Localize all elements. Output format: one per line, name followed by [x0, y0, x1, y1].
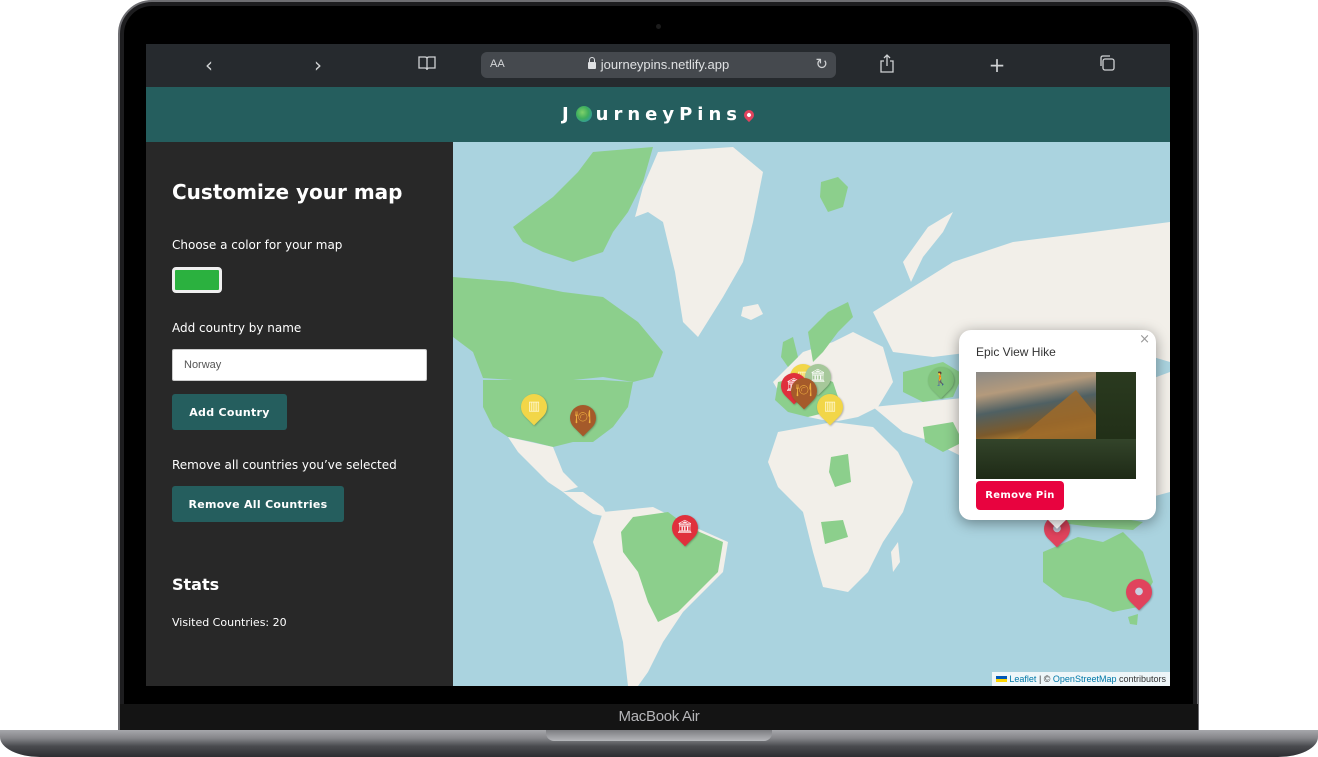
tabs-icon[interactable] — [1096, 54, 1118, 76]
popup-title: Epic View Hike — [976, 345, 1056, 359]
map-attribution: Leaflet | © OpenStreetMap contributors — [992, 672, 1170, 686]
app-logo[interactable]: JurneyPins — [561, 104, 757, 125]
hike-marker-kazakhstan[interactable]: 🚶 — [922, 361, 960, 401]
stats-title: Stats — [172, 575, 220, 594]
tower-icon: ▥ — [527, 399, 541, 414]
central-america — [563, 492, 608, 517]
logo-letter: J — [561, 104, 574, 125]
iceland — [741, 304, 763, 320]
world-map[interactable]: ▥ 🍽 🏛 ▥ 🏛 🏛 🍽 ▥ 🚶 ● ● × Epic View Hike R… — [453, 142, 1170, 686]
logo-text: urneyPins — [595, 104, 743, 125]
country-name-input[interactable] — [172, 349, 427, 381]
museum-marker-brazil[interactable]: 🏛 — [666, 509, 704, 549]
visited-countries-count: Visited Countries: 20 — [172, 616, 287, 629]
laptop-notch — [546, 730, 772, 741]
attribution-suffix: contributors — [1116, 674, 1166, 684]
url-text: journeypins.netlify.app — [600, 57, 730, 72]
hiker-icon: 🚶 — [932, 372, 950, 387]
close-icon[interactable]: × — [1139, 332, 1150, 347]
food-marker-spain[interactable]: 🍽 — [785, 372, 823, 412]
color-picker[interactable] — [172, 267, 222, 293]
svalbard — [820, 177, 848, 212]
tower-icon: ▥ — [823, 399, 837, 414]
location-icon: ● — [1134, 586, 1144, 597]
remove-all-countries-button[interactable]: Remove All Countries — [172, 486, 344, 522]
laptop-chin: MacBook Air — [120, 704, 1198, 730]
tower-marker-usa[interactable]: ▥ — [515, 388, 553, 428]
usa — [483, 380, 633, 447]
remove-all-label: Remove all countries you’ve selected — [172, 458, 397, 472]
browser-toolbar: ‹ › AA journeypins.netlify.app ↻ + — [146, 44, 1170, 87]
new-tab-icon[interactable]: + — [986, 54, 1008, 76]
lock-icon — [587, 57, 596, 69]
canada-arctic — [513, 147, 653, 262]
tower-marker-italy[interactable]: ▥ — [811, 388, 849, 428]
book-open-icon — [418, 56, 436, 71]
leaflet-link[interactable]: Leaflet — [1009, 674, 1036, 684]
remove-pin-button[interactable]: Remove Pin — [976, 481, 1064, 510]
globe-icon — [575, 106, 592, 122]
sidebar-title: Customize your map — [172, 180, 403, 204]
back-icon[interactable]: ‹ — [198, 54, 220, 76]
url-display[interactable]: journeypins.netlify.app — [481, 57, 836, 72]
app-header: JurneyPins — [146, 87, 1170, 142]
museum-icon: 🏛 — [676, 520, 694, 535]
sidebar: Customize your map Choose a color for yo… — [146, 142, 453, 686]
canada — [453, 277, 663, 382]
address-bar[interactable]: AA journeypins.netlify.app ↻ — [481, 52, 836, 78]
add-country-button[interactable]: Add Country — [172, 394, 287, 430]
reload-icon[interactable]: ↻ — [815, 55, 828, 73]
bookmarks-icon[interactable] — [416, 54, 438, 76]
color-label: Choose a color for your map — [172, 238, 343, 252]
marker-popup: × Epic View Hike Remove Pin — [959, 330, 1156, 520]
madagascar — [891, 542, 900, 572]
food-icon: 🍽 — [574, 410, 592, 425]
map-pin-icon — [741, 107, 757, 123]
forward-icon[interactable]: › — [307, 54, 329, 76]
popup-photo — [976, 372, 1136, 479]
tabs-glyph — [1100, 55, 1115, 71]
share-glyph — [880, 54, 894, 73]
camera-icon — [656, 24, 661, 29]
location-marker-australia[interactable]: ● — [1120, 573, 1158, 613]
ukraine-flag-icon — [996, 676, 1008, 682]
tasmania — [1128, 614, 1138, 625]
add-country-label: Add country by name — [172, 321, 302, 335]
device-label: MacBook Air — [618, 708, 700, 725]
openstreetmap-link[interactable]: OpenStreetMap — [1053, 674, 1117, 684]
share-icon[interactable] — [876, 54, 898, 76]
attribution-separator: | © — [1036, 674, 1053, 684]
browser-screen: ‹ › AA journeypins.netlify.app ↻ + Jurne… — [146, 44, 1170, 686]
mexico — [508, 437, 578, 492]
food-icon: 🍽 — [795, 383, 813, 398]
photo-foreground — [976, 439, 1136, 479]
africa — [768, 422, 913, 592]
food-marker-usa[interactable]: 🍽 — [564, 399, 602, 439]
